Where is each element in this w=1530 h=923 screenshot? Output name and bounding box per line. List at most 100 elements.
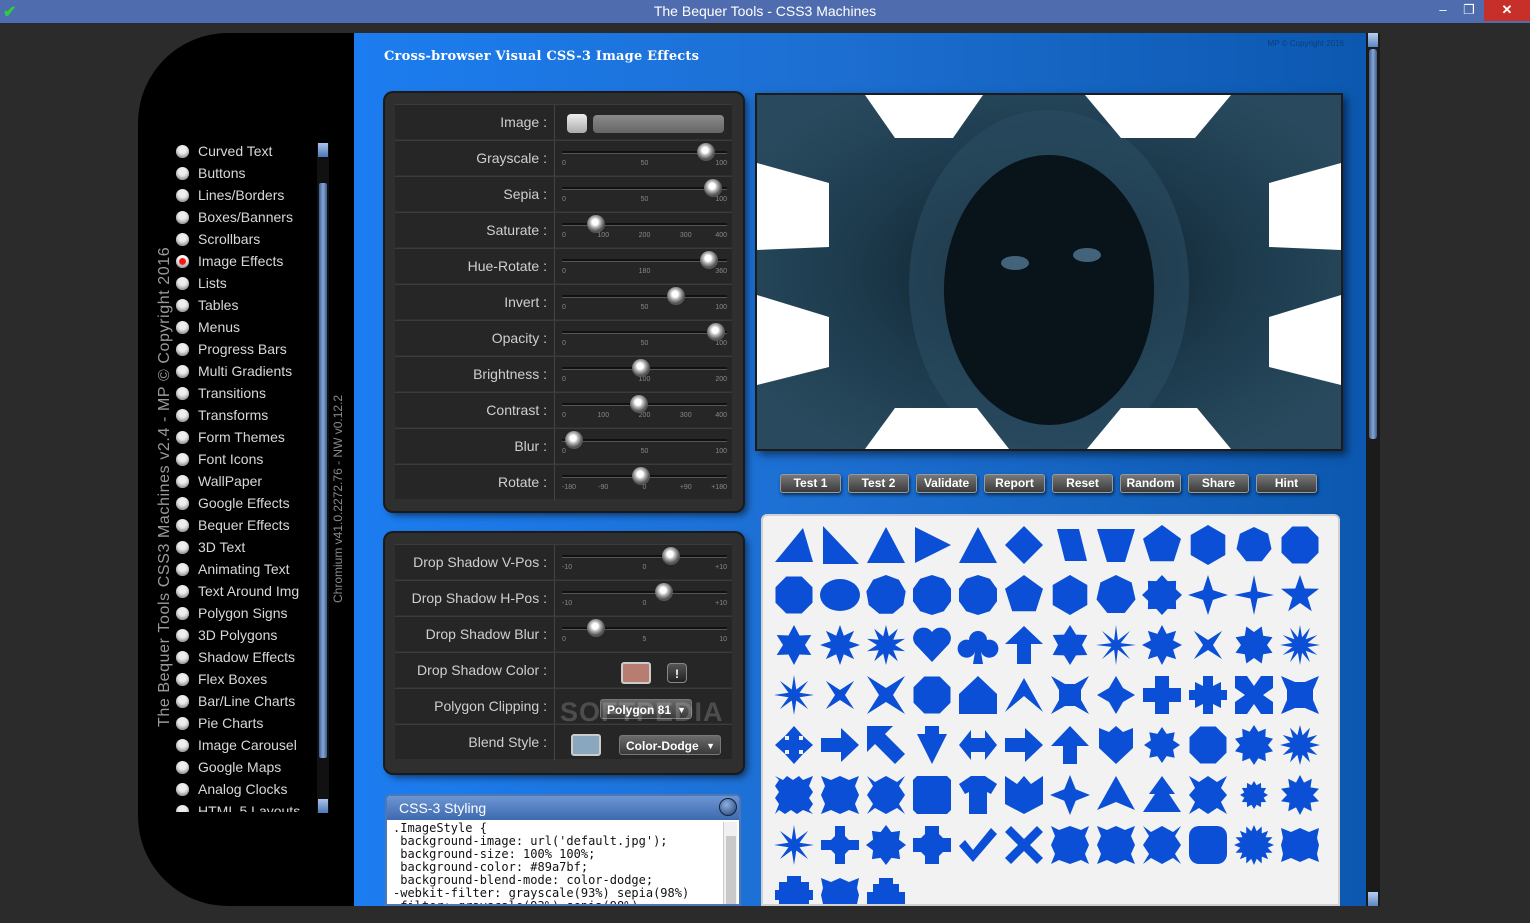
- radio-icon[interactable]: [176, 782, 189, 796]
- polygon-shape-icon[interactable]: [1049, 574, 1091, 616]
- toolbar-button-report[interactable]: Report: [984, 474, 1045, 493]
- slider[interactable]: -180 -90 0 +90 +180: [562, 467, 727, 495]
- polygon-shape-icon[interactable]: [773, 774, 815, 816]
- polygon-shape-icon[interactable]: [911, 524, 953, 566]
- image-picker-button[interactable]: [567, 114, 587, 133]
- polygon-shape-icon[interactable]: [819, 674, 861, 716]
- slider-knob[interactable]: [662, 547, 680, 565]
- main-scroll-thumb[interactable]: [1369, 49, 1377, 439]
- scroll-up-icon[interactable]: [318, 143, 328, 157]
- close-button[interactable]: ✕: [1484, 0, 1530, 21]
- polygon-shape-icon[interactable]: [865, 724, 907, 766]
- toolbar-button-validate[interactable]: Validate: [916, 474, 977, 493]
- slider[interactable]: 0 100 200 300 400: [562, 395, 727, 423]
- toolbar-button-share[interactable]: Share: [1188, 474, 1249, 493]
- sidebar-item[interactable]: Transforms: [176, 404, 316, 426]
- radio-icon[interactable]: [176, 760, 189, 774]
- polygon-shape-icon[interactable]: [1187, 824, 1229, 866]
- sidebar-item[interactable]: Image Effects: [176, 250, 316, 272]
- polygon-shape-icon[interactable]: [1187, 774, 1229, 816]
- slider-knob[interactable]: [632, 359, 650, 377]
- polygon-shape-icon[interactable]: [911, 774, 953, 816]
- radio-icon[interactable]: [176, 144, 189, 158]
- shadow-color-swatch[interactable]: [621, 662, 651, 684]
- radio-icon[interactable]: [176, 628, 189, 642]
- scroll-down-icon[interactable]: [1368, 892, 1378, 906]
- polygon-shape-icon[interactable]: [1279, 724, 1321, 766]
- polygon-shape-icon[interactable]: [1049, 524, 1091, 566]
- polygon-shape-icon[interactable]: [911, 624, 953, 666]
- polygon-shape-icon[interactable]: [1279, 774, 1321, 816]
- slider[interactable]: 0 180 360: [562, 251, 727, 279]
- polygon-shape-icon[interactable]: [1003, 624, 1045, 666]
- polygon-shape-icon[interactable]: [819, 574, 861, 616]
- polygon-shape-icon[interactable]: [1187, 574, 1229, 616]
- polygon-shape-icon[interactable]: [1003, 574, 1045, 616]
- polygon-shape-icon[interactable]: [865, 674, 907, 716]
- slider-knob[interactable]: [666, 287, 685, 305]
- main-scrollbar[interactable]: [1366, 33, 1380, 906]
- sidebar-item[interactable]: Bequer Effects: [176, 514, 316, 536]
- sidebar-item[interactable]: Boxes/Banners: [176, 206, 316, 228]
- polygon-shape-icon[interactable]: [1279, 824, 1321, 866]
- polygon-shape-icon[interactable]: [1279, 524, 1321, 566]
- nav-scrollbar[interactable]: [317, 143, 329, 813]
- polygon-shape-icon[interactable]: [1141, 674, 1183, 716]
- polygon-shape-icon[interactable]: [1049, 724, 1091, 766]
- polygon-shape-icon[interactable]: [1187, 674, 1229, 716]
- radio-icon[interactable]: [176, 694, 189, 708]
- slider[interactable]: -10 0 +10: [562, 583, 727, 611]
- radio-icon[interactable]: [176, 584, 189, 598]
- radio-icon[interactable]: [176, 650, 189, 664]
- polygon-shape-icon[interactable]: [1003, 524, 1045, 566]
- polygon-shape-icon[interactable]: [1049, 774, 1091, 816]
- polygon-shape-icon[interactable]: [957, 624, 999, 666]
- slider-track[interactable]: [562, 187, 727, 190]
- toolbar-button-random[interactable]: Random: [1120, 474, 1181, 493]
- polygon-shape-icon[interactable]: [819, 824, 861, 866]
- polygon-shape-icon[interactable]: [1233, 824, 1275, 866]
- slider-knob[interactable]: [564, 431, 583, 449]
- slider-knob[interactable]: [704, 179, 722, 197]
- sidebar-item[interactable]: Flex Boxes: [176, 668, 316, 690]
- sidebar-item[interactable]: Tables: [176, 294, 316, 316]
- radio-icon[interactable]: [176, 474, 189, 488]
- toggle-orb-icon[interactable]: [719, 798, 737, 816]
- slider-knob[interactable]: [707, 323, 725, 341]
- radio-icon[interactable]: [176, 518, 189, 532]
- polygon-shape-icon[interactable]: [865, 624, 907, 666]
- toolbar-button-test1[interactable]: Test 1: [780, 474, 841, 493]
- blend-color-swatch[interactable]: [571, 734, 601, 756]
- radio-icon[interactable]: [176, 738, 189, 752]
- radio-icon[interactable]: [176, 606, 189, 620]
- polygon-shape-icon[interactable]: [1095, 824, 1137, 866]
- toolbar-button-reset[interactable]: Reset: [1052, 474, 1113, 493]
- polygon-shape-icon[interactable]: [773, 574, 815, 616]
- sidebar-item[interactable]: 3D Text: [176, 536, 316, 558]
- polygon-shape-icon[interactable]: [1141, 774, 1183, 816]
- sidebar-item[interactable]: Font Icons: [176, 448, 316, 470]
- nav-scroll-thumb[interactable]: [319, 183, 327, 758]
- slider-track[interactable]: [562, 439, 727, 442]
- polygon-shape-icon[interactable]: [1233, 574, 1275, 616]
- slider-knob[interactable]: [632, 467, 650, 485]
- radio-icon[interactable]: [176, 166, 189, 180]
- polygon-shape-icon[interactable]: [773, 824, 815, 866]
- slider-knob[interactable]: [654, 583, 673, 601]
- polygon-shape-icon[interactable]: [773, 624, 815, 666]
- radio-icon[interactable]: [176, 562, 189, 576]
- polygon-shape-icon[interactable]: [957, 574, 999, 616]
- shadow-color-reset-button[interactable]: !: [667, 663, 687, 683]
- sidebar-item[interactable]: Menus: [176, 316, 316, 338]
- radio-icon[interactable]: [176, 342, 189, 356]
- polygon-shape-icon[interactable]: [773, 874, 815, 904]
- radio-icon[interactable]: [176, 254, 189, 268]
- slider[interactable]: 0 100 200: [562, 359, 727, 387]
- sidebar-item[interactable]: Google Effects: [176, 492, 316, 514]
- sidebar-item[interactable]: Buttons: [176, 162, 316, 184]
- polygon-shape-icon[interactable]: [1003, 724, 1045, 766]
- sidebar-item[interactable]: WallPaper: [176, 470, 316, 492]
- sidebar-item[interactable]: Scrollbars: [176, 228, 316, 250]
- sidebar-item[interactable]: Text Around Img: [176, 580, 316, 602]
- polygon-shape-icon[interactable]: [911, 824, 953, 866]
